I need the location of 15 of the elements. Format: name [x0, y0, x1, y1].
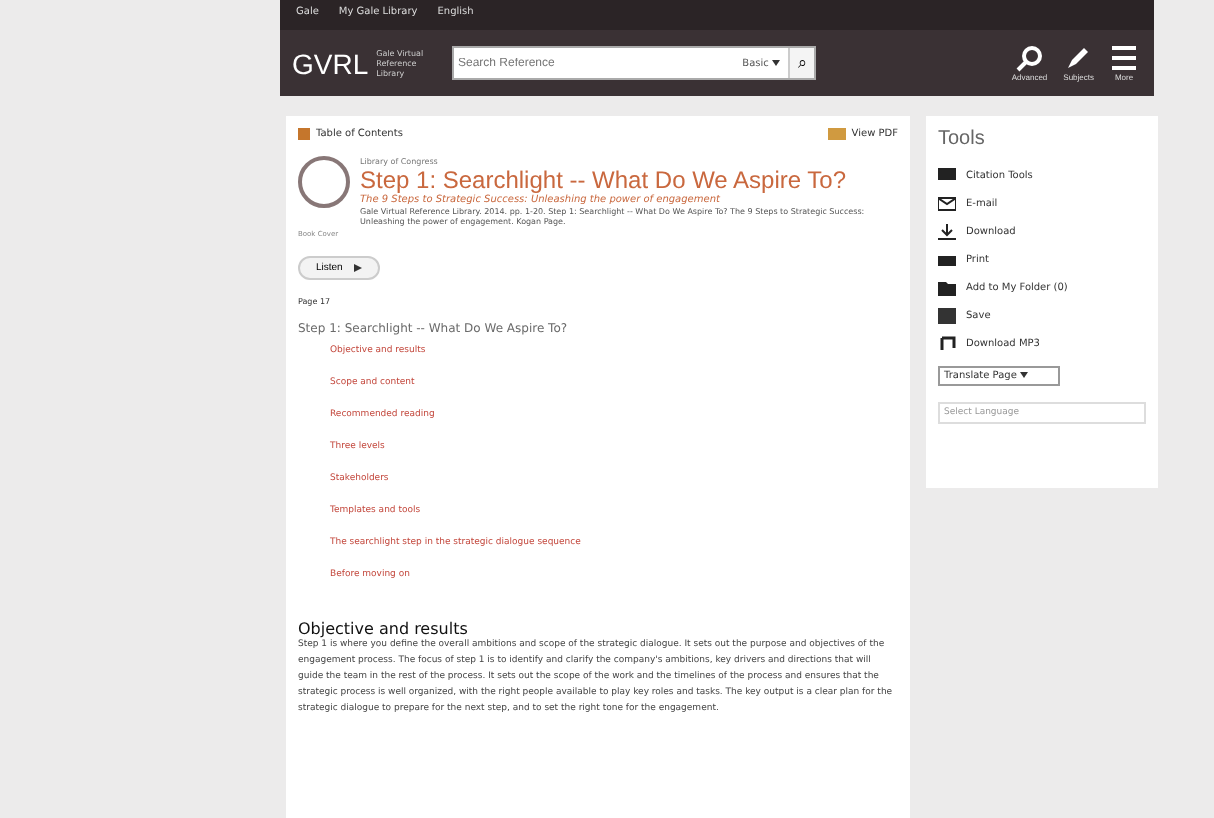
download-icon	[938, 224, 956, 240]
menu-icon	[1110, 44, 1138, 72]
caret-icon	[1020, 372, 1028, 379]
mail-icon	[938, 196, 956, 212]
section-heading: Objective and results	[298, 620, 470, 638]
site-logo[interactable]: GVRL	[292, 47, 369, 79]
caret-icon	[772, 59, 780, 66]
tools-title: Tools	[938, 128, 987, 150]
save-icon	[938, 308, 956, 324]
article-title: Step 1: Searchlight -- What Do We Aspire To?	[360, 166, 849, 194]
pen-icon	[1064, 44, 1093, 72]
folder-icon	[938, 280, 956, 296]
search-button[interactable]: ⌕	[788, 48, 814, 78]
play-icon	[353, 263, 362, 272]
search-icon	[1015, 44, 1044, 72]
